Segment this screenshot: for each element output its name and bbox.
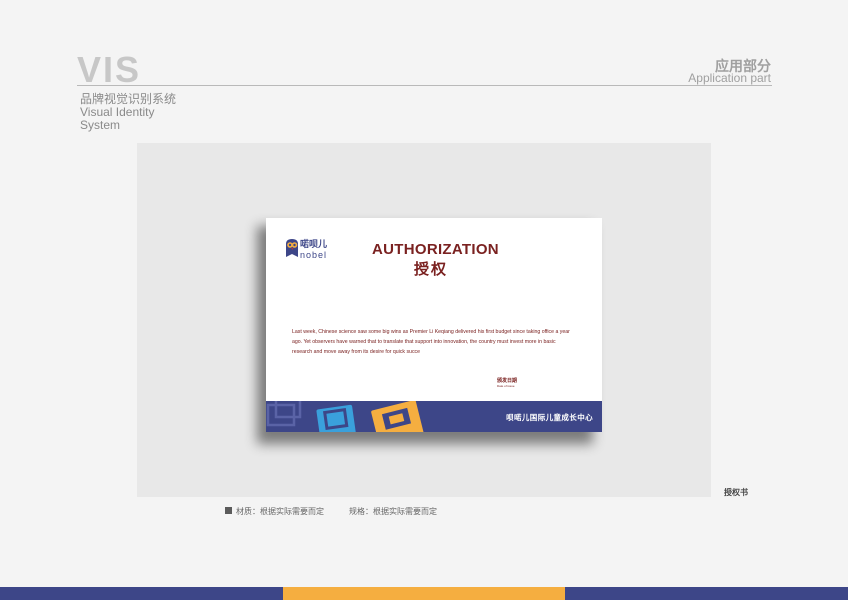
body-text: Last week, Chinese science saw some big … xyxy=(292,329,570,355)
footer-bar-left xyxy=(0,587,283,600)
block-blue-icon xyxy=(316,404,356,432)
header-divider xyxy=(77,85,772,86)
footer-bar-middle xyxy=(283,587,565,600)
nobel-logo: 喏呗儿 nobel xyxy=(286,238,327,260)
block-pattern xyxy=(266,401,424,432)
brand-band: 呗喏儿国际儿童成长中心 xyxy=(266,401,602,432)
subtitle-en-1: Visual Identity xyxy=(80,105,155,119)
section-title-en: Application part xyxy=(688,71,771,85)
subtitle-en-2: System xyxy=(80,118,121,132)
footer-bar-right xyxy=(565,587,848,600)
title-cn: 授权 xyxy=(414,261,449,278)
authorization-card: 喏呗儿 nobel AUTHORIZATION 授权 Last week, Ch… xyxy=(266,218,602,432)
band-text: 呗喏儿国际儿童成长中心 xyxy=(506,413,593,422)
vis-title: VIS xyxy=(77,49,142,90)
spec-square-icon xyxy=(225,507,232,514)
caption: 授权书 xyxy=(724,488,748,497)
block-left-icon xyxy=(266,401,302,427)
spec-material: 材质：根据实际需要而定 xyxy=(236,507,324,516)
issue-date: 颁发日期 Date of issue xyxy=(497,378,521,388)
svg-text:喏呗儿: 喏呗儿 xyxy=(300,238,327,250)
spec-size: 规格：根据实际需要而定 xyxy=(349,507,437,516)
issue-date-en: Date of issue xyxy=(497,384,515,388)
block-orange-icon xyxy=(371,401,424,432)
title-en: AUTHORIZATION xyxy=(372,241,499,258)
svg-text:nobel: nobel xyxy=(300,250,327,260)
